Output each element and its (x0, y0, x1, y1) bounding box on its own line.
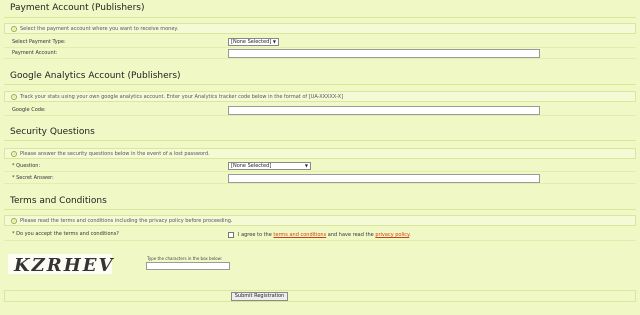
info-icon: i (11, 93, 17, 100)
info-bar-payment: i Select the payment account where you wa… (4, 23, 636, 34)
row-secret-answer: * Secret Answer: (4, 173, 636, 184)
info-bar-analytics: i Track your stats using your own google … (4, 91, 636, 102)
submit-registration-button[interactable]: Submit Registration (231, 292, 288, 301)
row-payment-account: Payment Account: (4, 48, 636, 59)
secret-answer-input[interactable] (228, 174, 540, 183)
row-payment-type: Select Payment Type: [None Selected] ▼ (4, 37, 636, 48)
security-question-select[interactable]: [None Selected] ▼ (228, 162, 311, 170)
info-icon: i (11, 150, 17, 157)
privacy-policy-link[interactable]: privacy policy (375, 232, 409, 238)
info-bar-security: i Please answer the security questions be… (4, 148, 636, 159)
captcha-image: KZRHEV (8, 254, 112, 276)
payment-account-label: Payment Account: (12, 50, 58, 56)
section-title-terms: Terms and Conditions (10, 196, 107, 206)
google-code-input[interactable] (228, 106, 540, 115)
accept-terms-label: * Do you accept the terms and conditions… (12, 231, 119, 237)
info-icon: i (11, 217, 17, 224)
chevron-down-icon: ▼ (304, 163, 308, 168)
secret-answer-label: * Secret Answer: (12, 175, 54, 181)
terms-agreement-text: I agree to the terms and conditions and … (238, 232, 411, 238)
payment-type-label: Select Payment Type: (12, 39, 66, 45)
section-title-payment: Payment Account (Publishers) (10, 3, 145, 13)
chevron-down-icon: ▼ (272, 39, 276, 44)
submit-bar: Submit Registration (4, 290, 636, 302)
info-bar-terms: i Please read the terms and conditions in… (4, 215, 636, 226)
row-question: * Question: [None Selected] ▼ (4, 161, 636, 172)
info-icon: i (11, 25, 17, 32)
divider (4, 140, 636, 141)
payment-type-select[interactable]: [None Selected] ▼ (228, 38, 279, 46)
row-google-code: Google Code: (4, 105, 636, 116)
captcha-input[interactable] (146, 262, 230, 270)
payment-account-input[interactable] (228, 49, 540, 58)
section-title-security: Security Questions (10, 127, 95, 137)
row-accept-terms: * Do you accept the terms and conditions… (4, 229, 636, 241)
question-label: * Question: (12, 163, 41, 169)
divider (4, 84, 636, 85)
accept-terms-checkbox[interactable] (228, 232, 234, 238)
captcha-hint: Type the characters in the box below: (147, 256, 223, 261)
terms-link[interactable]: terms and conditions (273, 232, 326, 238)
google-code-label: Google Code: (12, 107, 46, 113)
section-title-analytics: Google Analytics Account (Publishers) (10, 71, 181, 81)
divider (4, 17, 636, 18)
divider (4, 209, 636, 210)
